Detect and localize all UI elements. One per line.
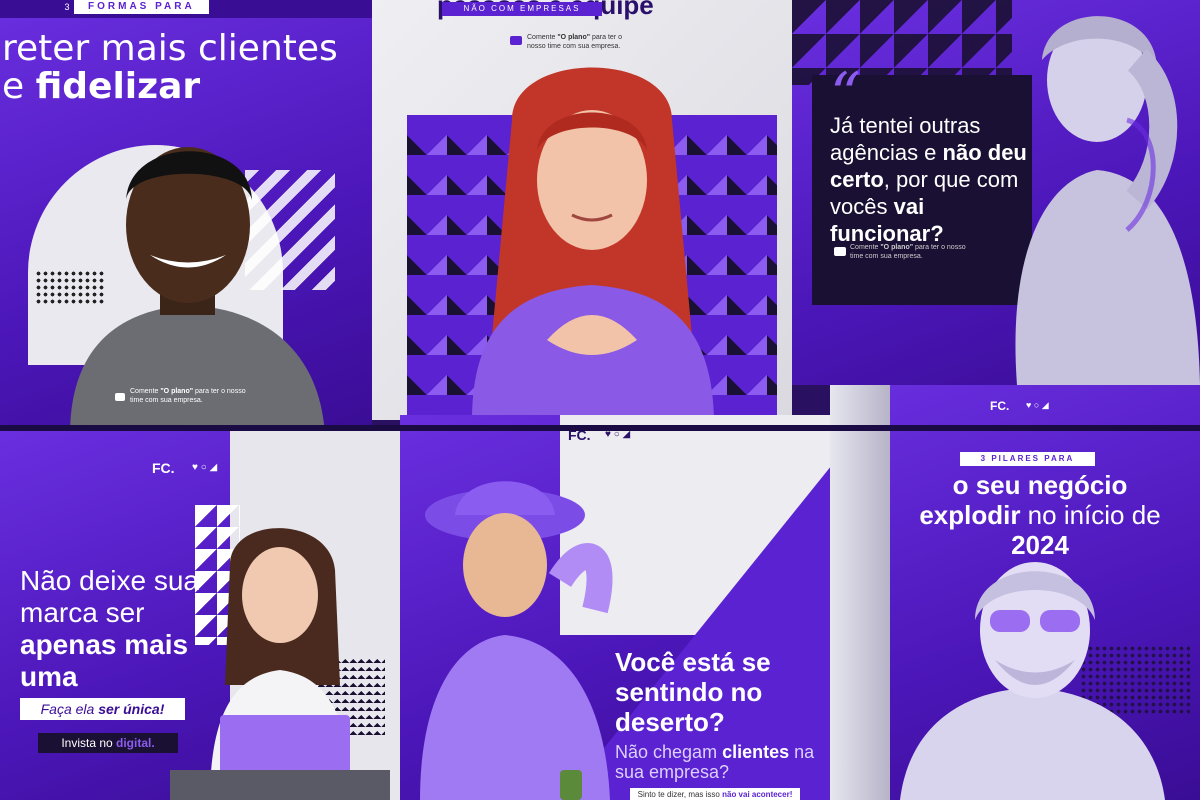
laughing-statue-photo [900,562,1165,800]
tag-label: FORMAS PARA [60,0,209,14]
post-headline: o seu negócio explodir no início de 2024 [919,470,1161,560]
tag-label: 3 PILARES PARA [960,452,1095,466]
brand-logo: FC. [990,399,1010,413]
comment-icon [510,36,522,45]
smiling-man-photo [70,147,325,430]
hiker-woman-photo [420,481,613,800]
cta-text: Comente "O plano" para ter o nosso time … [130,388,246,404]
redhead-woman-photo [472,67,714,420]
grid-divider [0,425,1200,431]
highlight-pill: Faça ela ser única! [20,698,185,720]
woman-on-phone-photo [170,528,390,800]
invest-pill: Invista no digital. [38,733,178,753]
post-3-pilares[interactable]: FC. ♥ ○ ◢ 3 PILARES PARA o seu negócio e… [830,385,1200,800]
cta-text: Comente "O plano" para ter o nosso time … [527,34,622,50]
post-reter-clientes[interactable]: FORMAS PARA 3 reter mais clientes e fide… [0,0,372,430]
cta-text: Comente "O plano" para ter o nosso time … [850,244,966,260]
zigzag-pattern [792,0,1012,85]
post-pessoas-equipe[interactable]: pessoas e equipe NÃO COM EMPRESAS Coment… [372,0,792,420]
post-nao-deixe-marca[interactable]: FC. ♥ ○ ◢ Não deixe sua marca ser apenas… [0,430,400,800]
social-icons: ♥ ○ ◢ [1026,400,1049,410]
post-deserto[interactable]: FC. ♥ ○ ◢ Você está se sentindo no deser… [400,415,830,800]
footer-pill: Sinto te dizer, mas isso não vai acontec… [630,788,800,800]
post-headline: reter mais clientes e fidelizar [2,28,338,107]
comment-icon [115,393,125,401]
comment-icon [834,247,846,256]
post-agencias[interactable]: “ Já tentei outras agências e não deu ce… [792,0,1200,385]
post-subheadline: Não chegam clientes na sua empresa? [615,742,815,782]
thinking-statue-photo [1015,16,1200,385]
post-subtitle: NÃO COM EMPRESAS [442,2,602,16]
post-headline: Você está se sentindo no deserto? [615,647,771,737]
tag-number: 3 [60,0,74,14]
brand-logo: FC. [152,460,175,476]
social-icons: ♥ ○ ◢ [192,462,218,473]
